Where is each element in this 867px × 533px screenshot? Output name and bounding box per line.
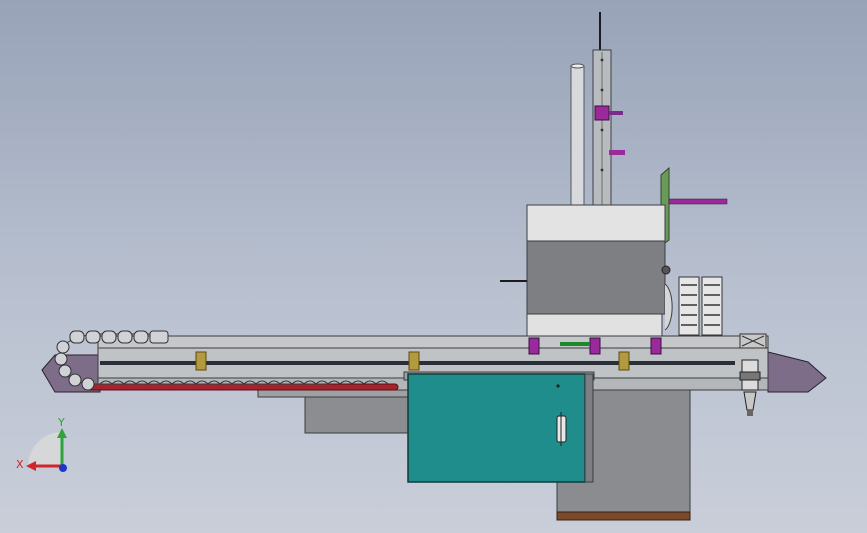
mast-clamp-pin — [609, 111, 623, 115]
x-axis-label: X — [16, 458, 24, 471]
carriage-head[interactable] — [500, 204, 673, 337]
mast-clamp — [594, 105, 610, 121]
carriage-motor-hub — [664, 283, 673, 331]
guide-cylinder — [570, 65, 585, 209]
cad-viewport[interactable]: Y X — [0, 0, 867, 533]
bracket-arm — [668, 198, 728, 205]
cable-carrier-stack[interactable] — [678, 276, 723, 336]
regulator-bowl — [743, 391, 757, 411]
mast-bolt — [600, 128, 604, 132]
triad-base-disc — [28, 432, 62, 466]
carriage-lower-plate — [526, 313, 663, 337]
belt — [87, 383, 399, 391]
coordinate-triad: Y X — [16, 416, 67, 472]
beam-top-rail — [97, 335, 769, 349]
guide-cylinder-cap — [570, 63, 585, 69]
vertical-mast[interactable] — [570, 12, 625, 209]
mast-bolt — [600, 88, 604, 92]
mast-bolt — [600, 58, 604, 62]
mast-stop-pin — [609, 150, 625, 155]
carriage-knob — [661, 265, 671, 275]
cabinet-latch — [556, 384, 560, 388]
z-axis-dot — [59, 464, 67, 472]
mast-bolt — [600, 168, 604, 172]
beam-end-cap-right — [767, 351, 827, 393]
carriage-body — [526, 240, 666, 315]
carriage-top-block — [526, 204, 666, 242]
pedestal-upper-block — [304, 394, 416, 434]
cabinet-side — [584, 373, 594, 483]
air-regulator[interactable] — [739, 359, 761, 416]
y-axis-label: Y — [57, 416, 65, 429]
control-cabinet[interactable] — [403, 371, 595, 483]
pedestal-foot — [556, 511, 691, 521]
side-bracket[interactable] — [660, 166, 728, 247]
